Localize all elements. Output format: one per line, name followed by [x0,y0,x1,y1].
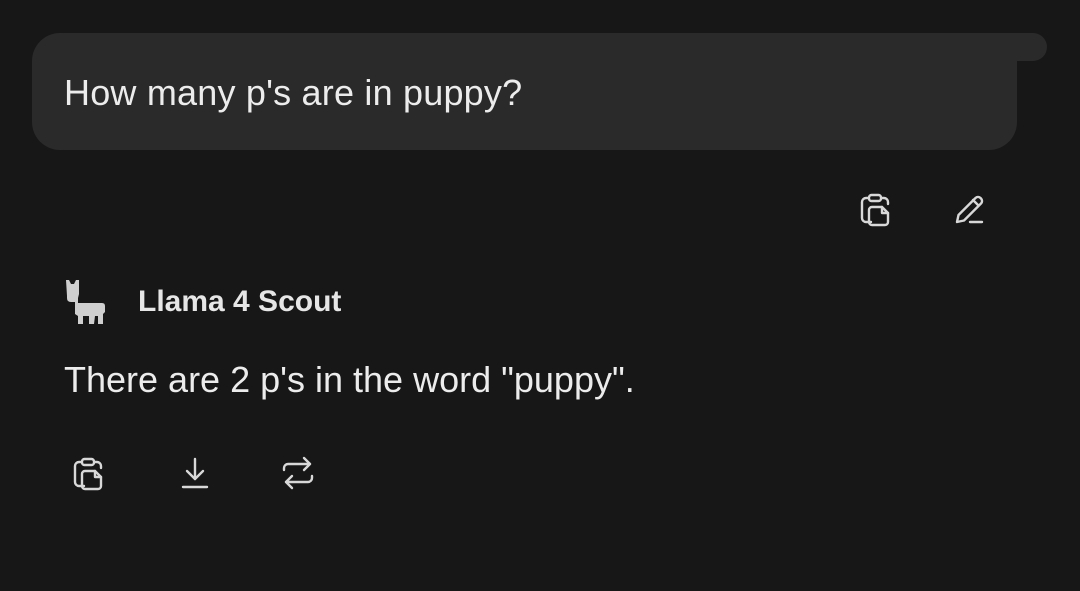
model-name: Llama 4 Scout [138,285,342,318]
chat-view: How many p's are in puppy? Llama 4 Scout… [0,0,1080,591]
regenerate-button[interactable] [276,451,320,495]
copy-icon [860,193,890,227]
assistant-message-text: There are 2 p's in the word "puppy". [64,359,635,400]
download-icon [181,457,209,489]
assistant-header: Llama 4 Scout [62,278,341,326]
user-message-text: How many p's are in puppy? [64,72,523,113]
download-button[interactable] [173,451,217,495]
edit-user-message-button[interactable] [947,187,991,231]
copy-user-message-button[interactable] [853,187,897,231]
copy-icon [73,457,103,491]
user-bubble-tail [1015,33,1047,61]
edit-icon [955,195,984,224]
user-message-bubble: How many p's are in puppy? [32,33,1017,150]
copy-assistant-message-button[interactable] [66,451,110,495]
llama-icon [66,280,105,324]
regenerate-icon [282,456,314,490]
